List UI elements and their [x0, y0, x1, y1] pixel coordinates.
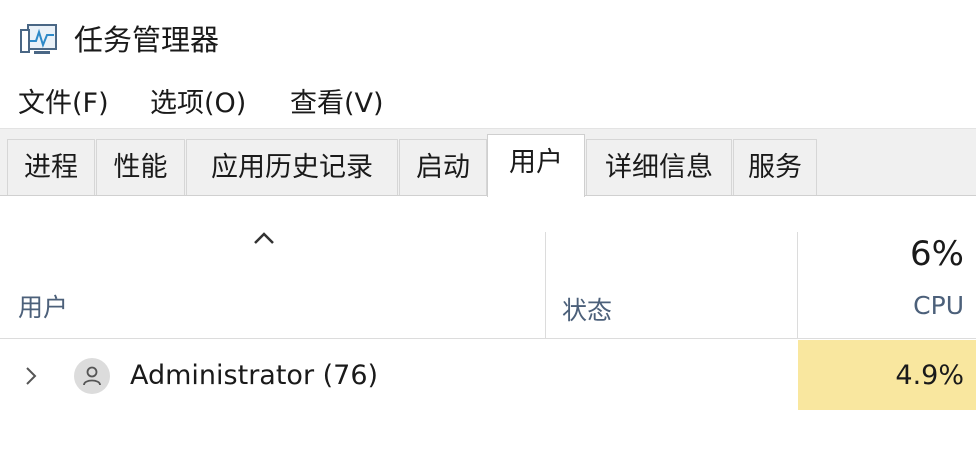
- menu-file[interactable]: 文件(F): [18, 82, 109, 126]
- user-icon: [74, 358, 110, 394]
- tab-performance[interactable]: 性能: [96, 139, 185, 195]
- column-header-user[interactable]: 用户: [18, 288, 68, 324]
- cpu-value: 4.9%: [895, 360, 964, 391]
- menu-bar: 文件(F) 选项(O) 查看(V): [0, 82, 976, 126]
- column-header-cpu[interactable]: CPU: [913, 291, 964, 320]
- cpu-cell: 4.9%: [798, 340, 976, 410]
- users-table: [0, 196, 976, 470]
- tab-users[interactable]: 用户: [487, 134, 585, 197]
- tab-startup[interactable]: 启动: [399, 139, 487, 195]
- tab-details[interactable]: 详细信息: [586, 139, 732, 195]
- tab-services[interactable]: 服务: [733, 139, 817, 195]
- title-bar: 任务管理器: [0, 0, 976, 78]
- table-row[interactable]: Administrator (76) 4.9%: [0, 340, 976, 412]
- user-name: Administrator (76): [130, 360, 379, 391]
- menu-options[interactable]: 选项(O): [150, 82, 246, 126]
- tab-app-history[interactable]: 应用历史记录: [186, 139, 398, 195]
- column-header-status[interactable]: 状态: [562, 291, 612, 327]
- task-manager-icon: [20, 24, 57, 54]
- header-divider: [0, 338, 976, 339]
- column-divider[interactable]: [545, 232, 546, 338]
- chevron-up-icon[interactable]: [252, 230, 276, 246]
- tab-processes[interactable]: 进程: [7, 139, 95, 195]
- chevron-right-icon[interactable]: [24, 365, 38, 387]
- window-title: 任务管理器: [74, 23, 220, 57]
- menu-view[interactable]: 查看(V): [290, 82, 384, 126]
- cpu-total-percent[interactable]: 6%: [910, 234, 964, 274]
- column-divider[interactable]: [797, 232, 798, 338]
